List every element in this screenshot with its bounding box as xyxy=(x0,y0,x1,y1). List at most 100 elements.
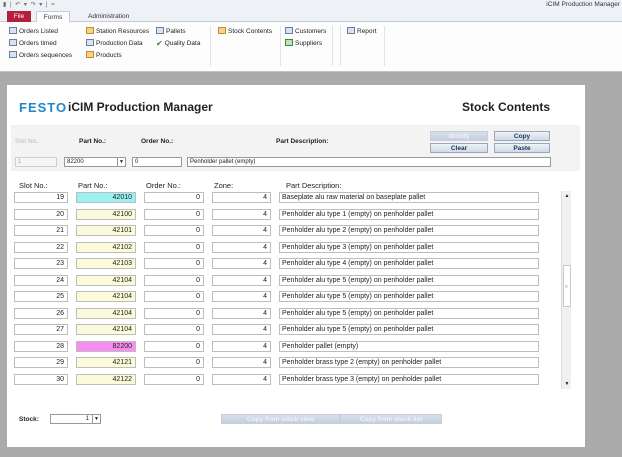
tab-administration[interactable]: Administration xyxy=(82,11,135,22)
table-row[interactable]: 27 42104 0 4 Penholder alu type 5 (empty… xyxy=(12,324,562,336)
description-cell[interactable]: Penholder alu type 4 (empty) on penholde… xyxy=(279,258,539,269)
slot-cell[interactable]: 21 xyxy=(14,225,68,236)
orders-listed-button[interactable]: Orders Listed xyxy=(9,27,58,35)
description-cell[interactable]: Penholder alu type 5 (empty) on penholde… xyxy=(279,324,539,335)
part-cell[interactable]: 42104 xyxy=(76,324,136,335)
description-cell[interactable]: Penholder alu type 5 (empty) on penholde… xyxy=(279,307,539,319)
copy-button[interactable]: Copy xyxy=(494,131,550,141)
description-cell[interactable]: Baseplate alu raw material on baseplate … xyxy=(279,192,539,203)
part-cell[interactable]: 42104 xyxy=(76,274,136,286)
quality-data-button[interactable]: ✔ Quality Data xyxy=(156,39,200,48)
part-cell[interactable]: 42122 xyxy=(76,373,136,385)
part-cell[interactable]: 42100 xyxy=(76,208,136,220)
products-button[interactable]: Products xyxy=(86,51,122,59)
slot-cell[interactable]: 29 xyxy=(14,357,68,368)
scroll-down-icon[interactable]: ▼ xyxy=(562,379,572,389)
part-cell[interactable]: 42103 xyxy=(76,258,136,269)
slot-cell[interactable]: 25 xyxy=(14,291,68,302)
orders-sequences-button[interactable]: Orders sequences xyxy=(9,51,72,59)
table-row[interactable]: 28 82200 0 4 Penholder pallet (empty) xyxy=(12,340,562,353)
part-cell[interactable]: 42121 xyxy=(76,357,136,368)
production-data-button[interactable]: Production Data xyxy=(86,39,143,47)
order-cell[interactable]: 0 xyxy=(144,357,204,368)
table-row[interactable]: 29 42121 0 4 Penholder brass type 2 (emp… xyxy=(12,357,562,369)
slot-cell[interactable]: 23 xyxy=(14,258,68,269)
zone-cell[interactable]: 4 xyxy=(212,192,271,203)
order-cell[interactable]: 0 xyxy=(144,241,204,253)
description-cell[interactable]: Penholder alu type 5 (empty) on penholde… xyxy=(279,291,539,302)
part-cell[interactable]: 42104 xyxy=(76,307,136,319)
zone-cell[interactable]: 4 xyxy=(212,357,271,368)
modify-button[interactable]: Modify xyxy=(430,131,488,141)
order-filter-field[interactable]: 0 xyxy=(132,157,182,167)
slot-cell[interactable]: 19 xyxy=(14,192,68,203)
orders-timed-button[interactable]: Orders timed xyxy=(9,39,57,47)
table-row[interactable]: 24 42104 0 4 Penholder alu type 5 (empty… xyxy=(12,274,562,287)
slot-cell[interactable]: 22 xyxy=(14,241,68,253)
zone-cell[interactable]: 4 xyxy=(212,340,271,352)
scroll-thumb[interactable]: ≡ xyxy=(563,265,571,307)
order-cell[interactable]: 0 xyxy=(144,340,204,352)
table-row[interactable]: 22 42102 0 4 Penholder alu type 3 (empty… xyxy=(12,241,562,254)
chevron-down-icon[interactable]: ▼ xyxy=(92,415,100,423)
description-cell[interactable]: Penholder alu type 5 (empty) on penholde… xyxy=(279,274,539,286)
slot-cell[interactable]: 27 xyxy=(14,324,68,335)
table-row[interactable]: 20 42100 0 4 Penholder alu type 1 (empty… xyxy=(12,208,562,221)
slot-cell[interactable]: 30 xyxy=(14,373,68,385)
slot-cell[interactable]: 20 xyxy=(14,208,68,220)
order-cell[interactable]: 0 xyxy=(144,258,204,269)
slot-cell[interactable]: 28 xyxy=(14,340,68,352)
tab-file[interactable]: File xyxy=(7,11,31,22)
table-row[interactable]: 30 42122 0 4 Penholder brass type 3 (emp… xyxy=(12,373,562,386)
order-cell[interactable]: 0 xyxy=(144,208,204,220)
description-cell[interactable]: Penholder alu type 3 (empty) on penholde… xyxy=(279,241,539,253)
copy-from-stock-list-button[interactable]: Copy from stock list xyxy=(340,414,442,424)
part-cell[interactable]: 42104 xyxy=(76,291,136,302)
description-cell[interactable]: Penholder alu type 2 (empty) on penholde… xyxy=(279,225,539,236)
part-cell[interactable]: 42010 xyxy=(76,192,136,203)
zone-cell[interactable]: 4 xyxy=(212,258,271,269)
order-cell[interactable]: 0 xyxy=(144,225,204,236)
order-cell[interactable]: 0 xyxy=(144,307,204,319)
zone-cell[interactable]: 4 xyxy=(212,307,271,319)
quick-access-toolbar[interactable]: ▮ | ↶ ▾ ↷ ▾ | = xyxy=(3,1,56,8)
zone-cell[interactable]: 4 xyxy=(212,274,271,286)
table-row[interactable]: 19 42010 0 4 Baseplate alu raw material … xyxy=(12,192,562,204)
stock-contents-button[interactable]: Stock Contents xyxy=(218,27,272,35)
scroll-up-icon[interactable]: ▲ xyxy=(562,191,572,201)
report-button[interactable]: Report xyxy=(347,27,377,35)
part-filter-combo[interactable]: 82200 ▼ xyxy=(64,157,126,167)
zone-cell[interactable]: 4 xyxy=(212,225,271,236)
description-filter-field[interactable]: Penholder pallet (empty) xyxy=(187,157,551,167)
station-resources-button[interactable]: Station Resources xyxy=(86,27,149,35)
part-cell[interactable]: 42102 xyxy=(76,241,136,253)
zone-cell[interactable]: 4 xyxy=(212,324,271,335)
description-cell[interactable]: Penholder pallet (empty) xyxy=(279,340,539,352)
description-cell[interactable]: Penholder brass type 3 (empty) on penhol… xyxy=(279,373,539,385)
order-cell[interactable]: 0 xyxy=(144,291,204,302)
stock-combo[interactable]: 1 ▼ xyxy=(50,414,101,424)
order-cell[interactable]: 0 xyxy=(144,274,204,286)
zone-cell[interactable]: 4 xyxy=(212,241,271,253)
order-cell[interactable]: 0 xyxy=(144,192,204,203)
suppliers-button[interactable]: Suppliers xyxy=(285,39,322,47)
order-cell[interactable]: 0 xyxy=(144,373,204,385)
slot-cell[interactable]: 26 xyxy=(14,307,68,319)
slot-filter-field[interactable]: 1 xyxy=(15,157,57,167)
zone-cell[interactable]: 4 xyxy=(212,373,271,385)
grid-scrollbar[interactable]: ▲ ≡ ▼ xyxy=(561,191,571,389)
paste-button[interactable]: Paste xyxy=(494,143,550,153)
part-cell[interactable]: 42101 xyxy=(76,225,136,236)
order-cell[interactable]: 0 xyxy=(144,324,204,335)
description-cell[interactable]: Penholder brass type 2 (empty) on penhol… xyxy=(279,357,539,368)
clear-button[interactable]: Clear xyxy=(430,143,488,153)
table-row[interactable]: 25 42104 0 4 Penholder alu type 5 (empty… xyxy=(12,291,562,303)
copy-from-stock-view-button[interactable]: Copy from stock view xyxy=(221,414,340,424)
zone-cell[interactable]: 4 xyxy=(212,291,271,302)
pallets-button[interactable]: Pallets xyxy=(156,27,186,35)
part-cell[interactable]: 82200 xyxy=(76,340,136,352)
customers-button[interactable]: Customers xyxy=(285,27,326,35)
table-row[interactable]: 23 42103 0 4 Penholder alu type 4 (empty… xyxy=(12,258,562,270)
description-cell[interactable]: Penholder alu type 1 (empty) on penholde… xyxy=(279,208,539,220)
chevron-down-icon[interactable]: ▼ xyxy=(117,158,125,166)
